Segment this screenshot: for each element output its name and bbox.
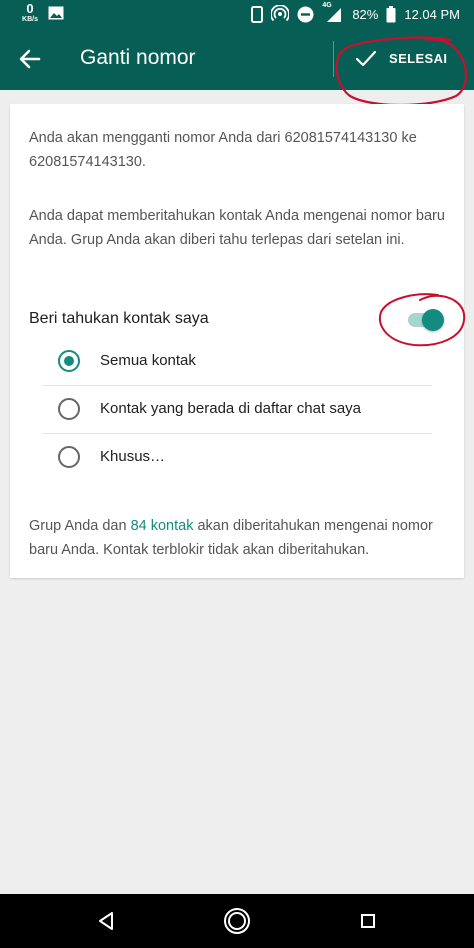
done-label: SELESAI [389,51,448,66]
change-number-card: Anda akan mengganti nomor Anda dari 6208… [10,104,464,578]
phone-icon [251,5,264,23]
do-not-disturb-icon [297,6,314,22]
option-all-contacts[interactable]: Semua kontak [42,338,432,386]
signal-icon: 4G [322,2,344,23]
nav-back-button[interactable] [91,906,121,936]
option-label: Khusus… [100,448,166,465]
home-circle-icon [224,908,250,934]
page-title: Ganti nomor [80,46,196,69]
toggle-thumb [422,309,444,331]
navigation-bar [0,894,474,948]
app-bar: Ganti nomor SELESAI [0,28,474,90]
contacts-count-link[interactable]: 84 kontak [131,518,194,534]
option-chat-contacts[interactable]: Kontak yang berada di daftar chat saya [42,386,432,434]
back-arrow-icon [19,49,41,69]
appbar-divider [333,41,334,77]
clock: 12.04 PM [404,6,460,22]
notify-info-text: Anda dapat memberitahukan kontak Anda me… [29,208,445,248]
battery-icon [386,5,396,22]
gallery-icon [48,6,64,20]
footer-text: Grup Anda dan 84 kontak akan diberitahuk… [29,514,459,562]
option-label: Kontak yang berada di daftar chat saya [100,400,362,417]
notify-contacts-label: Beri tahukan kontak saya [29,310,209,327]
notify-contacts-toggle[interactable] [406,308,446,332]
done-button[interactable]: SELESAI [344,38,462,80]
radio-unselected [58,398,80,420]
radio-unselected [58,446,80,468]
status-bar: 0 KB/s 4G 82% 12.04 PM [0,0,474,28]
net-speed-value: 0 [26,1,34,16]
net-speed: 0 KB/s [18,2,42,23]
intro-text: Anda akan mengganti nomor Anda dari 6208… [29,130,417,170]
battery-percent: 82% [352,6,379,22]
net-speed-unit: KB/s [22,16,38,23]
recents-square-icon [361,914,375,928]
option-custom[interactable]: Khusus… [42,434,432,482]
radio-selected [58,350,80,372]
hotspot-icon [271,5,290,22]
nav-home-button[interactable] [222,906,252,936]
check-icon [355,50,377,67]
back-button[interactable] [14,43,46,75]
footer-before: Grup Anda dan [29,518,131,534]
option-label: Semua kontak [100,352,196,369]
status-icons: 4G 82% 12.04 PM [251,0,460,28]
nav-recents-button[interactable] [353,906,383,936]
back-triangle-icon [99,912,113,930]
